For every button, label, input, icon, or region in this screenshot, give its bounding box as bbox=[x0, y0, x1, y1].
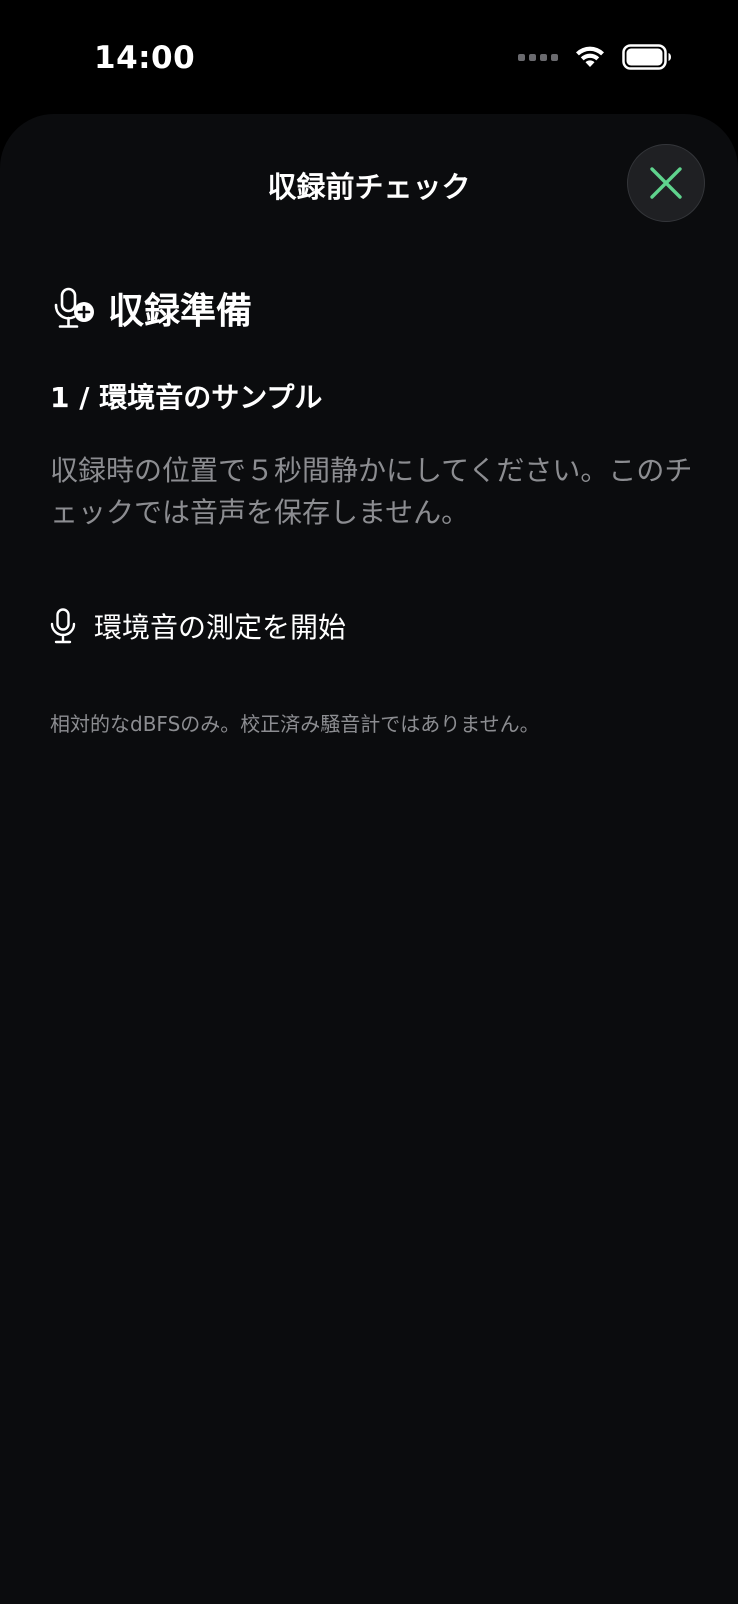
microphone-icon bbox=[50, 608, 76, 644]
status-icons bbox=[518, 44, 672, 70]
close-x-icon bbox=[650, 167, 682, 199]
microphone-plus-icon bbox=[54, 287, 94, 328]
wifi-icon bbox=[576, 46, 604, 67]
step-label: 1 / 環境音のサンプル bbox=[50, 381, 323, 414]
screen: 14:00 収録前チェック 収録準備 1 / 環境音のサンプル 収録時の位置で５… bbox=[0, 0, 738, 1604]
modal-sheet: 収録前チェック 収録準備 1 / 環境音のサンプル 収録時の位置で５秒間静かにし… bbox=[0, 114, 738, 1604]
status-time: 14:00 bbox=[94, 40, 196, 76]
section-header: 収録準備 bbox=[52, 282, 252, 334]
disclaimer-text: 相対的なdBFSのみ。校正済み騒音計ではありません。 bbox=[50, 712, 540, 736]
cellular-signal-icon bbox=[518, 53, 558, 61]
section-title: 収録準備 bbox=[108, 291, 253, 332]
battery-icon bbox=[622, 44, 671, 70]
status-bar: 14:00 bbox=[0, 0, 738, 110]
start-button-label: 環境音の測定を開始 bbox=[94, 611, 347, 644]
instruction-text: 収録時の位置で５秒間静かにしてください。このチェックでは音声を保存しません。 bbox=[50, 454, 693, 529]
close-button[interactable] bbox=[627, 144, 705, 222]
start-ambient-measurement-button[interactable]: 環境音の測定を開始 bbox=[50, 596, 346, 656]
